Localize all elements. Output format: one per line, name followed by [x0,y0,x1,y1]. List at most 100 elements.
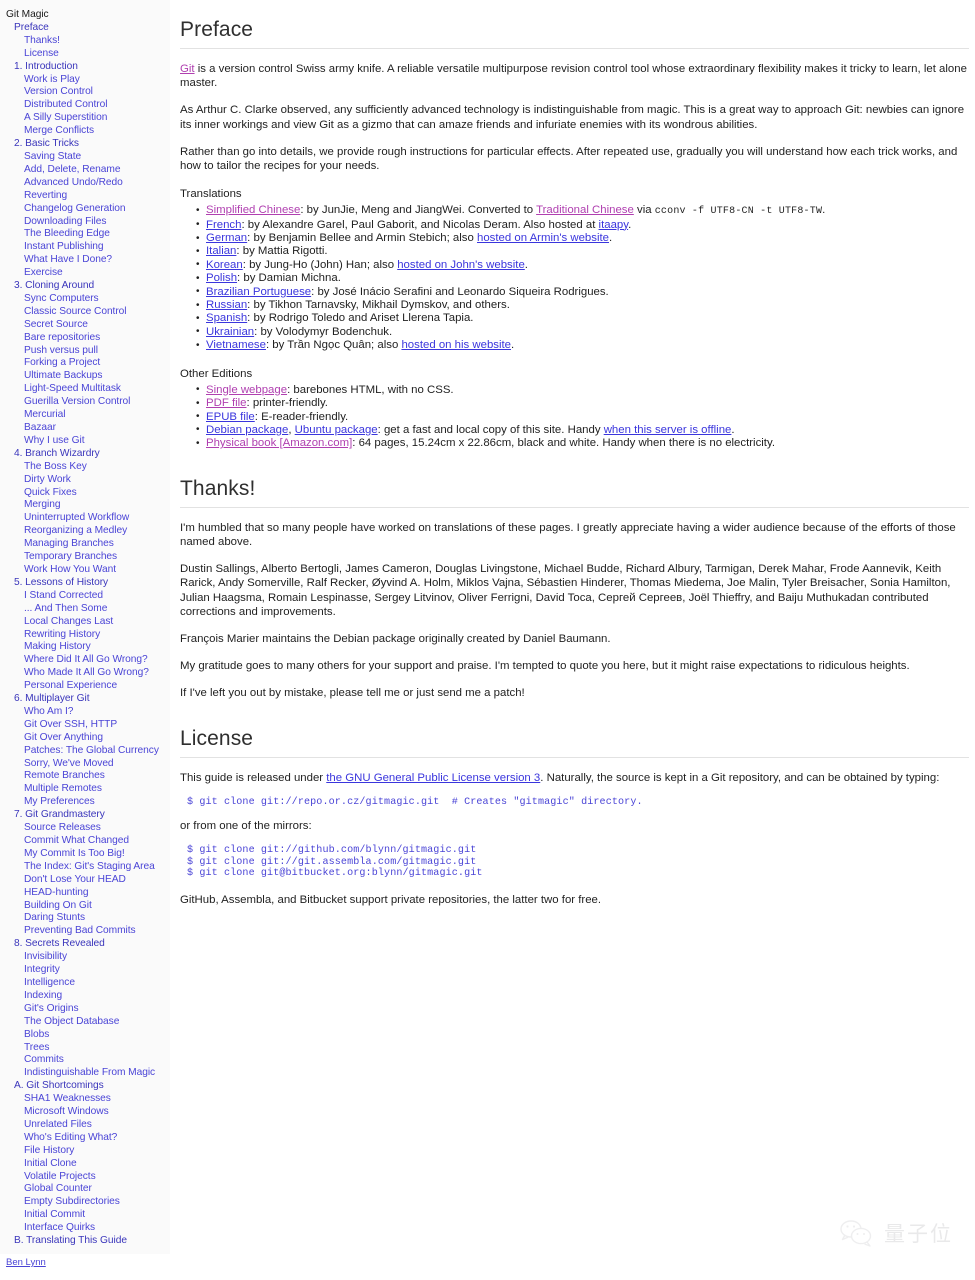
toc-item-integrity[interactable]: Integrity [0,964,170,977]
gpl-license-link[interactable]: the GNU General Public License version 3 [326,772,540,784]
toc-item-indexing[interactable]: Indexing [0,990,170,1003]
toc-item-b-translating-this-guide[interactable]: B. Translating This Guide [0,1235,170,1248]
preface.translations-link-4-b[interactable]: hosted on John's website [397,259,525,271]
toc-item-who-s-editing-what[interactable]: Who's Editing What? [0,1132,170,1145]
toc-item-making-history[interactable]: Making History [0,641,170,654]
toc-item-file-history[interactable]: File History [0,1145,170,1158]
toc-item-2-basic-tricks[interactable]: 2. Basic Tricks [0,138,170,151]
toc-item-git-s-origins[interactable]: Git's Origins [0,1003,170,1016]
toc-item-mercurial[interactable]: Mercurial [0,409,170,422]
toc-item-git-over-anything[interactable]: Git Over Anything [0,732,170,745]
toc-item-who-made-it-all-go-wrong[interactable]: Who Made It All Go Wrong? [0,667,170,680]
toc-item-my-preferences[interactable]: My Preferences [0,796,170,809]
toc-item-instant-publishing[interactable]: Instant Publishing [0,241,170,254]
preface.other_editions-link-0-a[interactable]: Single webpage [206,384,287,396]
toc-item-volatile-projects[interactable]: Volatile Projects [0,1171,170,1184]
toc-item-6-multiplayer-git[interactable]: 6. Multiplayer Git [0,693,170,706]
preface.other_editions-link-3-a[interactable]: Debian package [206,424,288,436]
toc-item-why-i-use-git[interactable]: Why I use Git [0,435,170,448]
toc-item-sha1-weaknesses[interactable]: SHA1 Weaknesses [0,1093,170,1106]
preface.translations-link-10-a[interactable]: Vietnamese [206,339,266,351]
toc-item-indistinguishable-from-magic[interactable]: Indistinguishable From Magic [0,1067,170,1080]
preface.translations-link-2-b[interactable]: hosted on Armin's website [477,232,609,244]
toc-item-ultimate-backups[interactable]: Ultimate Backups [0,370,170,383]
toc-item-work-how-you-want[interactable]: Work How You Want [0,564,170,577]
toc-item-guerilla-version-control[interactable]: Guerilla Version Control [0,396,170,409]
toc-item-8-secrets-revealed[interactable]: 8. Secrets Revealed [0,938,170,951]
toc-item-the-index-git-s-staging-area[interactable]: The Index: Git's Staging Area [0,861,170,874]
toc-item-work-is-play[interactable]: Work is Play [0,74,170,87]
toc-item-add-delete-rename[interactable]: Add, Delete, Rename [0,164,170,177]
preface.translations-link-2-a[interactable]: German [206,232,247,244]
toc-item-changelog-generation[interactable]: Changelog Generation [0,203,170,216]
preface.translations-link-8-a[interactable]: Spanish [206,312,247,324]
toc-item-1-introduction[interactable]: 1. Introduction [0,61,170,74]
toc-item-trees[interactable]: Trees [0,1042,170,1055]
toc-item-remote-branches[interactable]: Remote Branches [0,770,170,783]
toc-item-invisibility[interactable]: Invisibility [0,951,170,964]
git-link[interactable]: Git [180,63,195,75]
toc-item-a-silly-superstition[interactable]: A Silly Superstition [0,112,170,125]
toc-item-i-stand-corrected[interactable]: I Stand Corrected [0,590,170,603]
toc-item-quick-fixes[interactable]: Quick Fixes [0,487,170,500]
toc-item-managing-branches[interactable]: Managing Branches [0,538,170,551]
toc-item-thanks[interactable]: Thanks! [0,35,170,48]
preface.translations-link-1-b[interactable]: itaapy [599,219,629,231]
toc-item-license[interactable]: License [0,48,170,61]
preface.translations-link-4-a[interactable]: Korean [206,259,243,271]
preface.other_editions-link-3-c[interactable]: when this server is offline [604,424,732,436]
toc-item-exercise[interactable]: Exercise [0,267,170,280]
preface.translations-link-6-a[interactable]: Brazilian Portuguese [206,286,311,298]
toc-item-my-commit-is-too-big[interactable]: My Commit Is Too Big! [0,848,170,861]
preface.translations-link-7-a[interactable]: Russian [206,299,247,311]
toc-item-merging[interactable]: Merging [0,499,170,512]
toc-item-local-changes-last[interactable]: Local Changes Last [0,616,170,629]
toc-item-secret-source[interactable]: Secret Source [0,319,170,332]
toc-item-downloading-files[interactable]: Downloading Files [0,216,170,229]
toc-item-preface[interactable]: Preface [0,22,170,35]
toc-item-bare-repositories[interactable]: Bare repositories [0,332,170,345]
toc-item-blobs[interactable]: Blobs [0,1029,170,1042]
toc-item-interface-quirks[interactable]: Interface Quirks [0,1222,170,1235]
preface.translations-link-0-b[interactable]: Traditional Chinese [536,204,634,216]
toc-item-don-t-lose-your-head[interactable]: Don't Lose Your HEAD [0,874,170,887]
toc-item-a-git-shortcomings[interactable]: A. Git Shortcomings [0,1080,170,1093]
toc-item-empty-subdirectories[interactable]: Empty Subdirectories [0,1196,170,1209]
toc-item-the-bleeding-edge[interactable]: The Bleeding Edge [0,228,170,241]
toc-item-commit-what-changed[interactable]: Commit What Changed [0,835,170,848]
toc-item-the-boss-key[interactable]: The Boss Key [0,461,170,474]
author-link[interactable]: Ben Lynn [6,1257,46,1268]
toc-item-reverting[interactable]: Reverting [0,190,170,203]
toc-item-and-then-some[interactable]: ... And Then Some [0,603,170,616]
toc-item-merge-conflicts[interactable]: Merge Conflicts [0,125,170,138]
toc-item-where-did-it-all-go-wrong[interactable]: Where Did It All Go Wrong? [0,654,170,667]
toc-item-microsoft-windows[interactable]: Microsoft Windows [0,1106,170,1119]
toc-item-unrelated-files[interactable]: Unrelated Files [0,1119,170,1132]
toc-item-4-branch-wizardry[interactable]: 4. Branch Wizardry [0,448,170,461]
preface.translations-link-3-a[interactable]: Italian [206,245,236,257]
toc-item-initial-commit[interactable]: Initial Commit [0,1209,170,1222]
preface.other_editions-link-2-a[interactable]: EPUB file [206,411,255,423]
toc-item-light-speed-multitask[interactable]: Light-Speed Multitask [0,383,170,396]
preface.translations-link-5-a[interactable]: Polish [206,272,237,284]
preface.translations-link-10-b[interactable]: hosted on his website [401,339,511,351]
toc-item-version-control[interactable]: Version Control [0,86,170,99]
preface.other_editions-link-4-a[interactable]: Physical book [Amazon.com] [206,437,352,449]
toc-item-classic-source-control[interactable]: Classic Source Control [0,306,170,319]
toc-item-multiple-remotes[interactable]: Multiple Remotes [0,783,170,796]
toc-item-uninterrupted-workflow[interactable]: Uninterrupted Workflow [0,512,170,525]
toc-item-reorganizing-a-medley[interactable]: Reorganizing a Medley [0,525,170,538]
toc-item-source-releases[interactable]: Source Releases [0,822,170,835]
toc-item-sync-computers[interactable]: Sync Computers [0,293,170,306]
preface.translations-link-0-a[interactable]: Simplified Chinese [206,204,300,216]
toc-item-rewriting-history[interactable]: Rewriting History [0,629,170,642]
toc-item-forking-a-project[interactable]: Forking a Project [0,357,170,370]
toc-item-temporary-branches[interactable]: Temporary Branches [0,551,170,564]
toc-item-head-hunting[interactable]: HEAD-hunting [0,887,170,900]
toc-item-building-on-git[interactable]: Building On Git [0,900,170,913]
toc-item-daring-stunts[interactable]: Daring Stunts [0,912,170,925]
toc-list[interactable]: Preface Thanks! License 1. Introduction Work… [0,22,170,1248]
toc-item-push-versus-pull[interactable]: Push versus pull [0,345,170,358]
toc-item-the-object-database[interactable]: The Object Database [0,1016,170,1029]
toc-item-global-counter[interactable]: Global Counter [0,1183,170,1196]
